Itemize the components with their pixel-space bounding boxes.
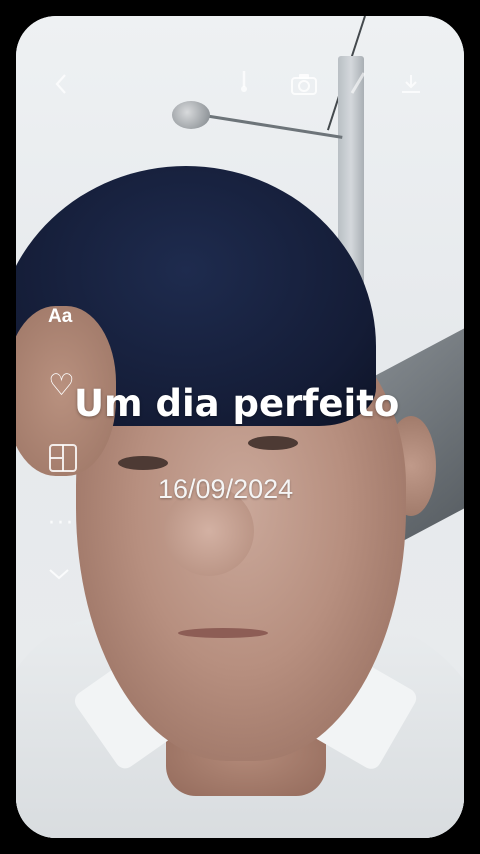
top-toolbar [16,68,464,108]
text-tool-button[interactable]: Aa [48,306,72,328]
sticker-icon[interactable] [344,68,374,108]
story-title[interactable]: Um dia perfeito [74,382,399,425]
story-editor: Aa ♡ ··· Um dia perfeito 16/09/2024 [16,16,464,838]
layout-icon[interactable] [48,443,78,473]
music-icon[interactable] [229,68,259,108]
camera-icon[interactable] [287,68,321,108]
back-icon[interactable] [46,68,76,108]
heart-outline-icon[interactable]: ♡ [48,371,75,401]
story-date[interactable]: 16/09/2024 [158,474,293,505]
more-options-button[interactable]: ··· [48,511,75,536]
chevron-down-icon[interactable] [48,564,70,585]
download-icon[interactable] [396,68,426,108]
